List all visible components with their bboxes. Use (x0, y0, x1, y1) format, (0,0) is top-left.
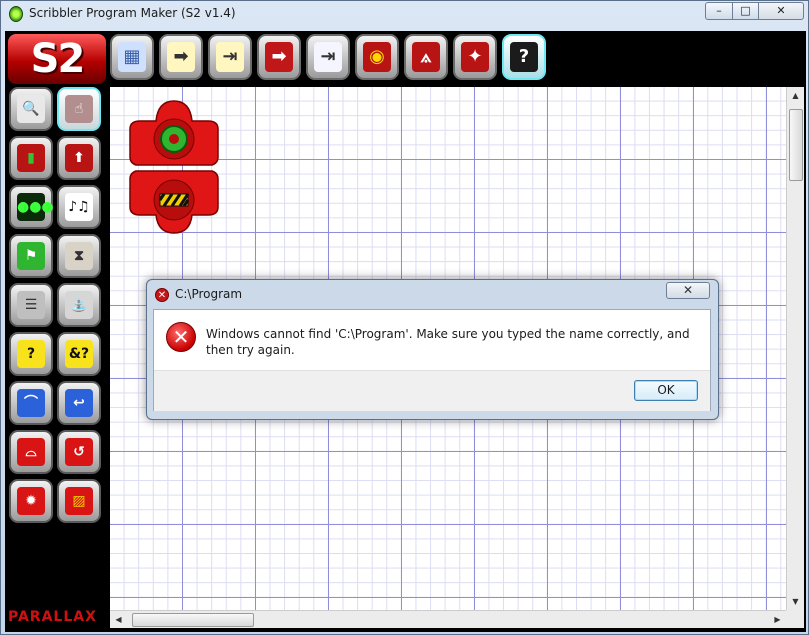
canvas-blocks (129, 100, 219, 234)
scroll-left-button[interactable]: ◀ (110, 611, 127, 628)
loop-end-tool[interactable]: ↩ (57, 381, 101, 425)
minimize-button[interactable]: – (705, 2, 733, 20)
zoom-icon: 🔍 (17, 95, 45, 123)
open-file-button[interactable]: ➡ (159, 34, 203, 80)
help-button[interactable]: ? (502, 34, 546, 80)
start-gear-block[interactable] (129, 100, 219, 166)
loop-start-icon: ⌒ (17, 389, 45, 417)
s2-logo: S2 (8, 34, 106, 84)
horizontal-scroll-thumb[interactable] (132, 613, 254, 627)
title-bar: Scribbler Program Maker (S2 v1.4) – □ ✕ (1, 1, 808, 27)
subroutine-cap-icon: ⌓ (17, 438, 45, 466)
dialog-close-button[interactable]: ✕ (666, 282, 710, 299)
error-dialog: ✕ C:\Program ✕ ✕ Windows cannot find 'C:… (146, 279, 719, 420)
sensor-read-tool[interactable]: ☰ (9, 283, 53, 327)
window-title: Scribbler Program Maker (S2 v1.4) (29, 6, 236, 20)
music-notes-icon: ♪♫ (65, 193, 93, 221)
stop-hazard-icon: ▨ (65, 487, 93, 515)
robot-angel-icon: ◉ (363, 42, 391, 72)
sensor-read-icon: ☰ (17, 291, 45, 319)
robot-run-button[interactable]: ✦ (453, 34, 497, 80)
maximize-button[interactable]: □ (732, 2, 759, 20)
dialog-title: C:\Program (175, 287, 243, 301)
led-lights-tool[interactable]: ●●● (9, 185, 54, 229)
robot-back-tool[interactable]: ⬆ (57, 136, 101, 180)
scroll-corner (786, 610, 804, 628)
vertical-scroll-thumb[interactable] (789, 109, 803, 181)
condition-question-tool[interactable]: ? (9, 332, 53, 376)
gear-start-tool[interactable]: ✹ (9, 479, 53, 523)
stop-hazard-tool[interactable]: ▨ (57, 479, 101, 523)
goto-arrow-icon: ↺ (65, 438, 93, 466)
compass-icon: ⟑ (412, 42, 440, 72)
dialog-footer: OK (154, 370, 710, 411)
loop-end-icon: ↩ (65, 389, 93, 417)
horizontal-scrollbar[interactable]: ◀ ▶ (110, 610, 786, 628)
and-condition-icon: &? (65, 340, 93, 368)
green-flag-block-tool[interactable]: ▮ (9, 136, 53, 180)
error-small-icon: ✕ (155, 288, 169, 302)
scroll-down-button[interactable]: ▼ (787, 593, 804, 610)
robot-back-icon: ⬆ (65, 144, 93, 172)
hand-pointer-tool[interactable]: ☝ (57, 87, 101, 131)
import-file-button[interactable]: ⇥ (208, 34, 252, 80)
import-file-icon: ⇥ (216, 42, 244, 72)
hourglass-icon: ⧗ (65, 242, 93, 270)
loop-start-tool[interactable]: ⌒ (9, 381, 53, 425)
parallax-brand: PARALLAX (8, 609, 97, 625)
green-flag-block-icon: ▮ (17, 144, 45, 172)
hand-pointer-icon: ☝ (65, 95, 93, 123)
hourglass-tool[interactable]: ⧗ (57, 234, 101, 278)
and-condition-tool[interactable]: &? (57, 332, 101, 376)
music-notes-tool[interactable]: ♪♫ (57, 185, 101, 229)
zoom-tool[interactable]: 🔍 (9, 87, 53, 131)
subroutine-cap-tool[interactable]: ⌓ (9, 430, 53, 474)
open-file-icon: ➡ (167, 42, 195, 72)
fountain-icon: ⛲ (65, 291, 93, 319)
save-file-icon: ⇥ (314, 42, 342, 72)
gear-start-icon: ✹ (17, 487, 45, 515)
led-lights-icon: ●●● (17, 193, 54, 221)
flag-arrow-tool[interactable]: ⚑ (9, 234, 53, 278)
scroll-right-button[interactable]: ▶ (769, 611, 786, 628)
goto-arrow-tool[interactable]: ↺ (57, 430, 101, 474)
grid-icon: ▦ (118, 42, 146, 72)
flag-arrow-icon: ⚑ (17, 242, 45, 270)
error-icon: ✕ (166, 322, 196, 352)
export-file-button[interactable]: ➡ (257, 34, 301, 80)
ok-button[interactable]: OK (634, 380, 698, 401)
export-file-icon: ➡ (265, 42, 293, 72)
grid-button[interactable]: ▦ (110, 34, 154, 80)
robot-angel-button[interactable]: ◉ (355, 34, 399, 80)
dialog-message: Windows cannot find 'C:\Program'. Make s… (206, 327, 690, 357)
scribbler-app-icon (9, 6, 23, 22)
robot-run-icon: ✦ (461, 42, 489, 72)
vertical-scrollbar[interactable]: ▲ ▼ (786, 87, 804, 610)
condition-question-icon: ? (17, 340, 45, 368)
help-icon: ? (510, 42, 538, 72)
end-hazard-block[interactable] (129, 170, 219, 234)
close-button[interactable]: ✕ (758, 2, 804, 20)
compass-button[interactable]: ⟑ (404, 34, 448, 80)
fountain-tool[interactable]: ⛲ (57, 283, 101, 327)
save-file-button[interactable]: ⇥ (306, 34, 350, 80)
scroll-up-button[interactable]: ▲ (787, 87, 804, 104)
dialog-body: ✕ Windows cannot find 'C:\Program'. Make… (153, 309, 711, 411)
